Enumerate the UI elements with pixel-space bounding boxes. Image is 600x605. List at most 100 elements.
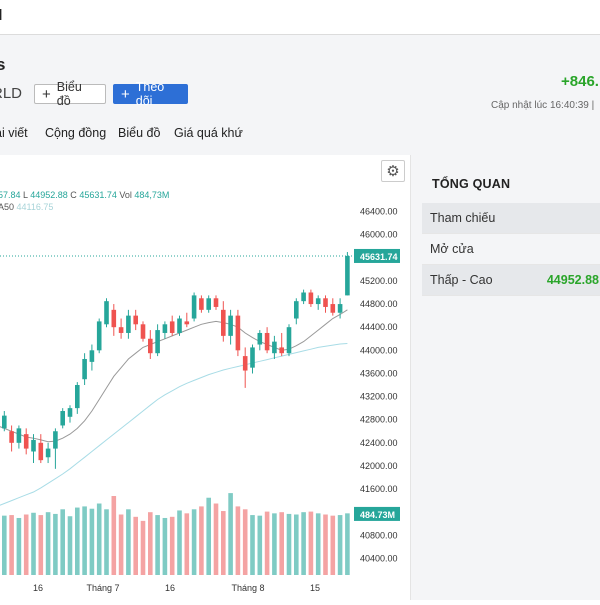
candle-body [337,304,343,313]
candle-body [323,298,328,307]
candle-body [308,292,314,305]
updated-label: Cập nhật lúc [491,100,548,111]
volume-bar [31,512,36,575]
candle-body [9,431,14,443]
candle-body [155,330,160,354]
candle-body [315,298,321,305]
candle-body [264,332,270,351]
volume-bar [213,503,219,575]
volume-bar [23,514,29,575]
candle-body [96,321,102,351]
volume-bar [323,514,328,575]
ma-value: 44116.75 [16,202,54,212]
candle-body [38,442,44,461]
legend-open: 57.84 [0,190,21,200]
volume-bar [140,520,146,575]
volume-bar [257,515,263,575]
candle-body [250,347,255,368]
volume-bar [242,509,248,575]
candle-body [133,315,138,325]
volume-bar [199,506,204,575]
tab-chart[interactable]: Biểu đồ [118,126,160,140]
time-axis-label: 16 [165,583,175,593]
candle-body [206,298,211,310]
tab-community[interactable]: Cộng đồng [45,126,106,140]
volume-bar [45,512,51,575]
candle-body [111,309,117,328]
price-tick-label: 43200.00 [360,392,398,402]
ohlc-legend: 57.84 L 44952.88 C 45631.74 Vol 484,73M [0,190,169,200]
add-chart-button[interactable]: + Biểu đồ [34,80,106,108]
price-change: +846. [561,73,599,90]
ma-legend: A50 44116.75 [0,202,53,212]
price-tick-label: 42400.00 [360,438,398,448]
volume-bar [286,513,292,575]
price-tick-label: 42000.00 [360,461,398,471]
price-tick-label: 46400.00 [360,207,398,217]
price-tick-label: 44000.00 [360,345,398,355]
chart-settings-button[interactable]: ⚙ [381,160,405,182]
volume-bar [235,506,241,575]
volume-bar [250,515,255,575]
volume-bar [133,516,138,575]
candle-body [89,350,95,362]
price-tick-label: 44800.00 [360,299,398,309]
volume-bar [264,511,270,575]
volume-bar [315,513,321,575]
tab-history[interactable]: Giá quá khứ [174,126,243,140]
overview-title: TỔNG QUAN [432,177,511,191]
price-tick-label: 44400.00 [360,322,398,332]
candle-body [177,318,182,333]
row-label: Mở cửa [430,242,474,256]
top-bar: I [0,0,600,35]
price-tick-label: 41600.00 [360,484,398,494]
volume-bar [38,515,44,575]
volume-bar [162,517,168,575]
candle-body [213,298,219,307]
plus-icon: + [42,85,51,103]
price-chart[interactable]: 46400.00 46000.00 45200.00 44800.00 44400.00… [0,155,410,600]
price-tick-label: 46000.00 [360,230,398,240]
last-price-tag-text: 45631.74 [360,252,398,262]
row-label: Thấp - Cao [430,273,493,287]
volume-bar [89,508,95,575]
volume-bar [118,514,124,575]
candle-body [75,385,80,409]
instrument-title: s [0,55,6,74]
candle-body [286,327,292,354]
volume-bar [272,513,277,575]
instrument-subtitle: RLD [0,85,23,102]
candle-body [126,315,131,333]
tab-articles[interactable]: ài viết [0,126,28,140]
legend-vol-label: Vol [119,190,132,200]
volume-bar [67,516,73,575]
candle-body [191,295,197,319]
ma50-line [0,343,348,506]
volume-bar [104,509,109,575]
candle-body [60,411,65,426]
candle-body [67,408,73,417]
follow-button[interactable]: + Theo dõi [113,80,188,108]
volume-bar [60,509,65,575]
chart-panel[interactable]: 46400.00 46000.00 45200.00 44800.00 44400.00… [0,155,410,600]
candle-body [140,324,146,339]
row-label: Tham chiếu [430,211,496,225]
follow-label: Theo dõi [135,80,165,108]
candle-body [2,415,7,429]
add-chart-label: Biểu đồ [56,80,82,108]
last-updated: Cập nhật lúc 16:40:39 | [491,100,594,111]
price-tick-label: 40400.00 [360,553,398,563]
site-logo[interactable]: I [0,7,2,25]
volume-bar [294,514,299,575]
candle-body [16,428,22,443]
candle-body [272,341,277,354]
volume-bar [75,507,80,575]
volume-bar [184,513,190,575]
overview-row-open: Mở cửa [422,234,600,265]
updated-time: 16:40:39 | [549,100,595,111]
candle-body [104,301,109,325]
candle-body [45,448,51,458]
volume-bar [126,509,131,575]
candle-body [23,434,29,449]
candle-body [294,301,299,319]
